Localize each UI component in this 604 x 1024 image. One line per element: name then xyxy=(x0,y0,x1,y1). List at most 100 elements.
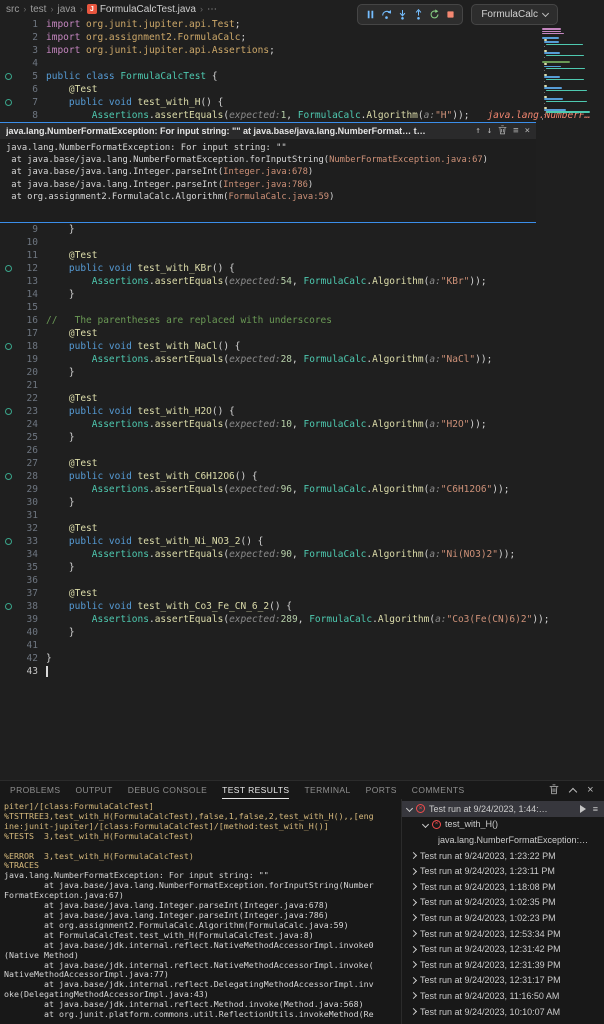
menu-icon[interactable]: ≡ xyxy=(593,804,598,814)
panel-tab-problems[interactable]: PROBLEMS xyxy=(10,781,60,799)
code-text[interactable]: } xyxy=(46,496,75,509)
code-text[interactable]: } xyxy=(46,626,75,639)
code-line[interactable]: 19 Assertions.assertEquals(expected:28, … xyxy=(0,353,604,366)
code-text[interactable]: public void test_with_C6H12O6() { xyxy=(46,470,258,483)
debug-config-dropdown[interactable]: FormulaCalc xyxy=(471,4,558,25)
code-line[interactable]: 8 Assertions.assertEquals(expected:1, Fo… xyxy=(0,109,604,122)
code-text[interactable]: @Test xyxy=(46,249,98,262)
test-run-row[interactable]: Test run at 9/24/2023, 12:31:39 PM xyxy=(402,957,604,973)
step-out-icon[interactable] xyxy=(411,7,425,23)
code-text[interactable]: public void test_with_Co3_Fe_CN_6_2() { xyxy=(46,600,292,613)
code-line[interactable]: 24 Assertions.assertEquals(expected:10, … xyxy=(0,418,604,431)
chevron-right-icon[interactable] xyxy=(409,992,418,1000)
chevron-right-icon[interactable] xyxy=(409,976,418,984)
code-text[interactable]: public void test_with_H2O() { xyxy=(46,405,235,418)
code-text[interactable]: public class FormulaCalcTest { xyxy=(46,70,218,83)
code-line[interactable]: 17 @Test xyxy=(0,327,604,340)
test-run-icon[interactable] xyxy=(4,473,12,480)
chevron-up-icon[interactable] xyxy=(568,787,578,796)
test-run-row[interactable]: Test run at 9/24/2023, 1:23:22 PM xyxy=(402,848,604,864)
chevron-right-icon[interactable] xyxy=(409,1007,418,1016)
code-line[interactable]: 12 public void test_with_KBr() { xyxy=(0,262,604,275)
test-run-icon[interactable] xyxy=(4,265,12,272)
code-text[interactable]: } xyxy=(46,431,75,444)
code-line[interactable]: 41 xyxy=(0,639,604,652)
code-text[interactable]: } xyxy=(46,366,75,379)
stack-file-link[interactable]: Integer.java:786 xyxy=(223,180,308,190)
code-line[interactable]: 5 public class FormulaCalcTest { xyxy=(0,70,604,83)
test-run-row[interactable]: Test run at 9/24/2023, 12:31:17 PM xyxy=(402,973,604,989)
chevron-right-icon[interactable] xyxy=(409,883,418,891)
stack-file-link[interactable]: FormulaCalc.java:59 xyxy=(228,192,329,202)
test-run-row[interactable]: × Test run at 9/24/2023, 1:44:… ≡ xyxy=(402,801,604,817)
code-line[interactable]: 25 } xyxy=(0,431,604,444)
code-line[interactable]: 43 xyxy=(0,665,604,678)
code-text[interactable]: } xyxy=(46,561,75,574)
trash-icon[interactable] xyxy=(498,124,507,138)
panel-tab-ports[interactable]: PORTS xyxy=(366,781,397,799)
run-test-icon[interactable] xyxy=(579,804,586,813)
chevron-right-icon[interactable] xyxy=(409,945,418,953)
test-run-row[interactable]: Test run at 9/24/2023, 1:02:23 PM xyxy=(402,910,604,926)
breadcrumb-more[interactable]: ⋯ xyxy=(207,4,217,15)
code-line[interactable]: 27 @Test xyxy=(0,457,604,470)
restart-icon[interactable] xyxy=(427,7,441,23)
code-line[interactable]: 3 import org.junit.jupiter.api.Assertions… xyxy=(0,44,604,57)
code-text[interactable]: public void test_with_NaCl() { xyxy=(46,340,241,353)
chevron-right-icon[interactable] xyxy=(409,898,418,906)
chevron-right-icon[interactable] xyxy=(409,930,418,938)
test-error-message-row[interactable]: java.lang.NumberFormatException:… xyxy=(402,832,604,848)
code-line[interactable]: 4 xyxy=(0,57,604,70)
stack-file-link[interactable]: Integer.java:678 xyxy=(223,167,308,177)
code-line[interactable]: 22 @Test xyxy=(0,392,604,405)
code-text[interactable]: import org.junit.jupiter.api.Test; xyxy=(46,18,241,31)
code-line[interactable]: 6 @Test xyxy=(0,83,604,96)
code-text[interactable]: } xyxy=(46,652,52,665)
test-item-row[interactable]: × test_with_H() xyxy=(402,817,604,833)
breadcrumb-item-src[interactable]: src xyxy=(6,4,19,15)
chevron-right-icon[interactable] xyxy=(409,914,418,922)
code-line[interactable]: 42} xyxy=(0,652,604,665)
code-line[interactable]: 13 Assertions.assertEquals(expected:54, … xyxy=(0,275,604,288)
code-text[interactable]: Assertions.assertEquals(expected:54, For… xyxy=(46,275,487,288)
code-line[interactable]: 23 public void test_with_H2O() { xyxy=(0,405,604,418)
code-text[interactable]: Assertions.assertEquals(expected:28, For… xyxy=(46,353,493,366)
code-line[interactable]: 34 Assertions.assertEquals(expected:90, … xyxy=(0,548,604,561)
chevron-down-icon[interactable] xyxy=(421,820,430,828)
pause-icon[interactable] xyxy=(363,7,377,23)
arrow-down-icon[interactable]: ↓ xyxy=(487,126,492,136)
breadcrumb-item-file[interactable]: J FormulaCalcTest.java xyxy=(86,4,196,15)
chevron-right-icon[interactable] xyxy=(409,852,418,860)
panel-tab-terminal[interactable]: TERMINAL xyxy=(304,781,350,799)
code-text[interactable]: } xyxy=(46,288,75,301)
code-line[interactable]: 21 xyxy=(0,379,604,392)
test-run-row[interactable]: Test run at 9/24/2023, 12:31:42 PM xyxy=(402,941,604,957)
close-icon[interactable]: × xyxy=(587,784,594,796)
code-line[interactable]: 14 } xyxy=(0,288,604,301)
list-icon[interactable]: ≡ xyxy=(513,126,518,136)
test-run-icon[interactable] xyxy=(4,99,12,106)
code-line[interactable]: 39 Assertions.assertEquals(expected:289,… xyxy=(0,613,604,626)
code-text[interactable]: @Test xyxy=(46,457,98,470)
test-run-icon[interactable] xyxy=(4,343,12,350)
code-text[interactable]: @Test xyxy=(46,327,98,340)
chevron-right-icon[interactable] xyxy=(409,867,418,875)
code-line[interactable]: 16 // The parentheses are replaced with u… xyxy=(0,314,604,327)
code-line[interactable]: 36 xyxy=(0,574,604,587)
code-line[interactable]: 15 xyxy=(0,301,604,314)
chevron-down-icon[interactable] xyxy=(405,805,414,813)
code-text[interactable]: Assertions.assertEquals(expected:289, Fo… xyxy=(46,613,550,626)
code-text[interactable]: import org.assignment2.FormulaCalc; xyxy=(46,31,246,44)
code-editor[interactable]: 1 import org.junit.jupiter.api.Test; 2 impo… xyxy=(0,18,604,780)
code-line[interactable]: 40 } xyxy=(0,626,604,639)
code-text[interactable]: Assertions.assertEquals(expected:1, Form… xyxy=(46,109,591,122)
stop-icon[interactable] xyxy=(443,7,457,23)
test-run-icon[interactable] xyxy=(4,603,12,610)
panel-tab-debug-console[interactable]: DEBUG CONSOLE xyxy=(128,781,207,799)
code-line[interactable]: 7 public void test_with_H() { xyxy=(0,96,604,109)
step-over-icon[interactable] xyxy=(379,7,393,23)
code-text[interactable]: import org.junit.jupiter.api.Assertions; xyxy=(46,44,275,57)
test-run-icon[interactable] xyxy=(4,73,12,80)
code-line[interactable]: 31 xyxy=(0,509,604,522)
arrow-up-icon[interactable]: ↑ xyxy=(475,126,480,136)
